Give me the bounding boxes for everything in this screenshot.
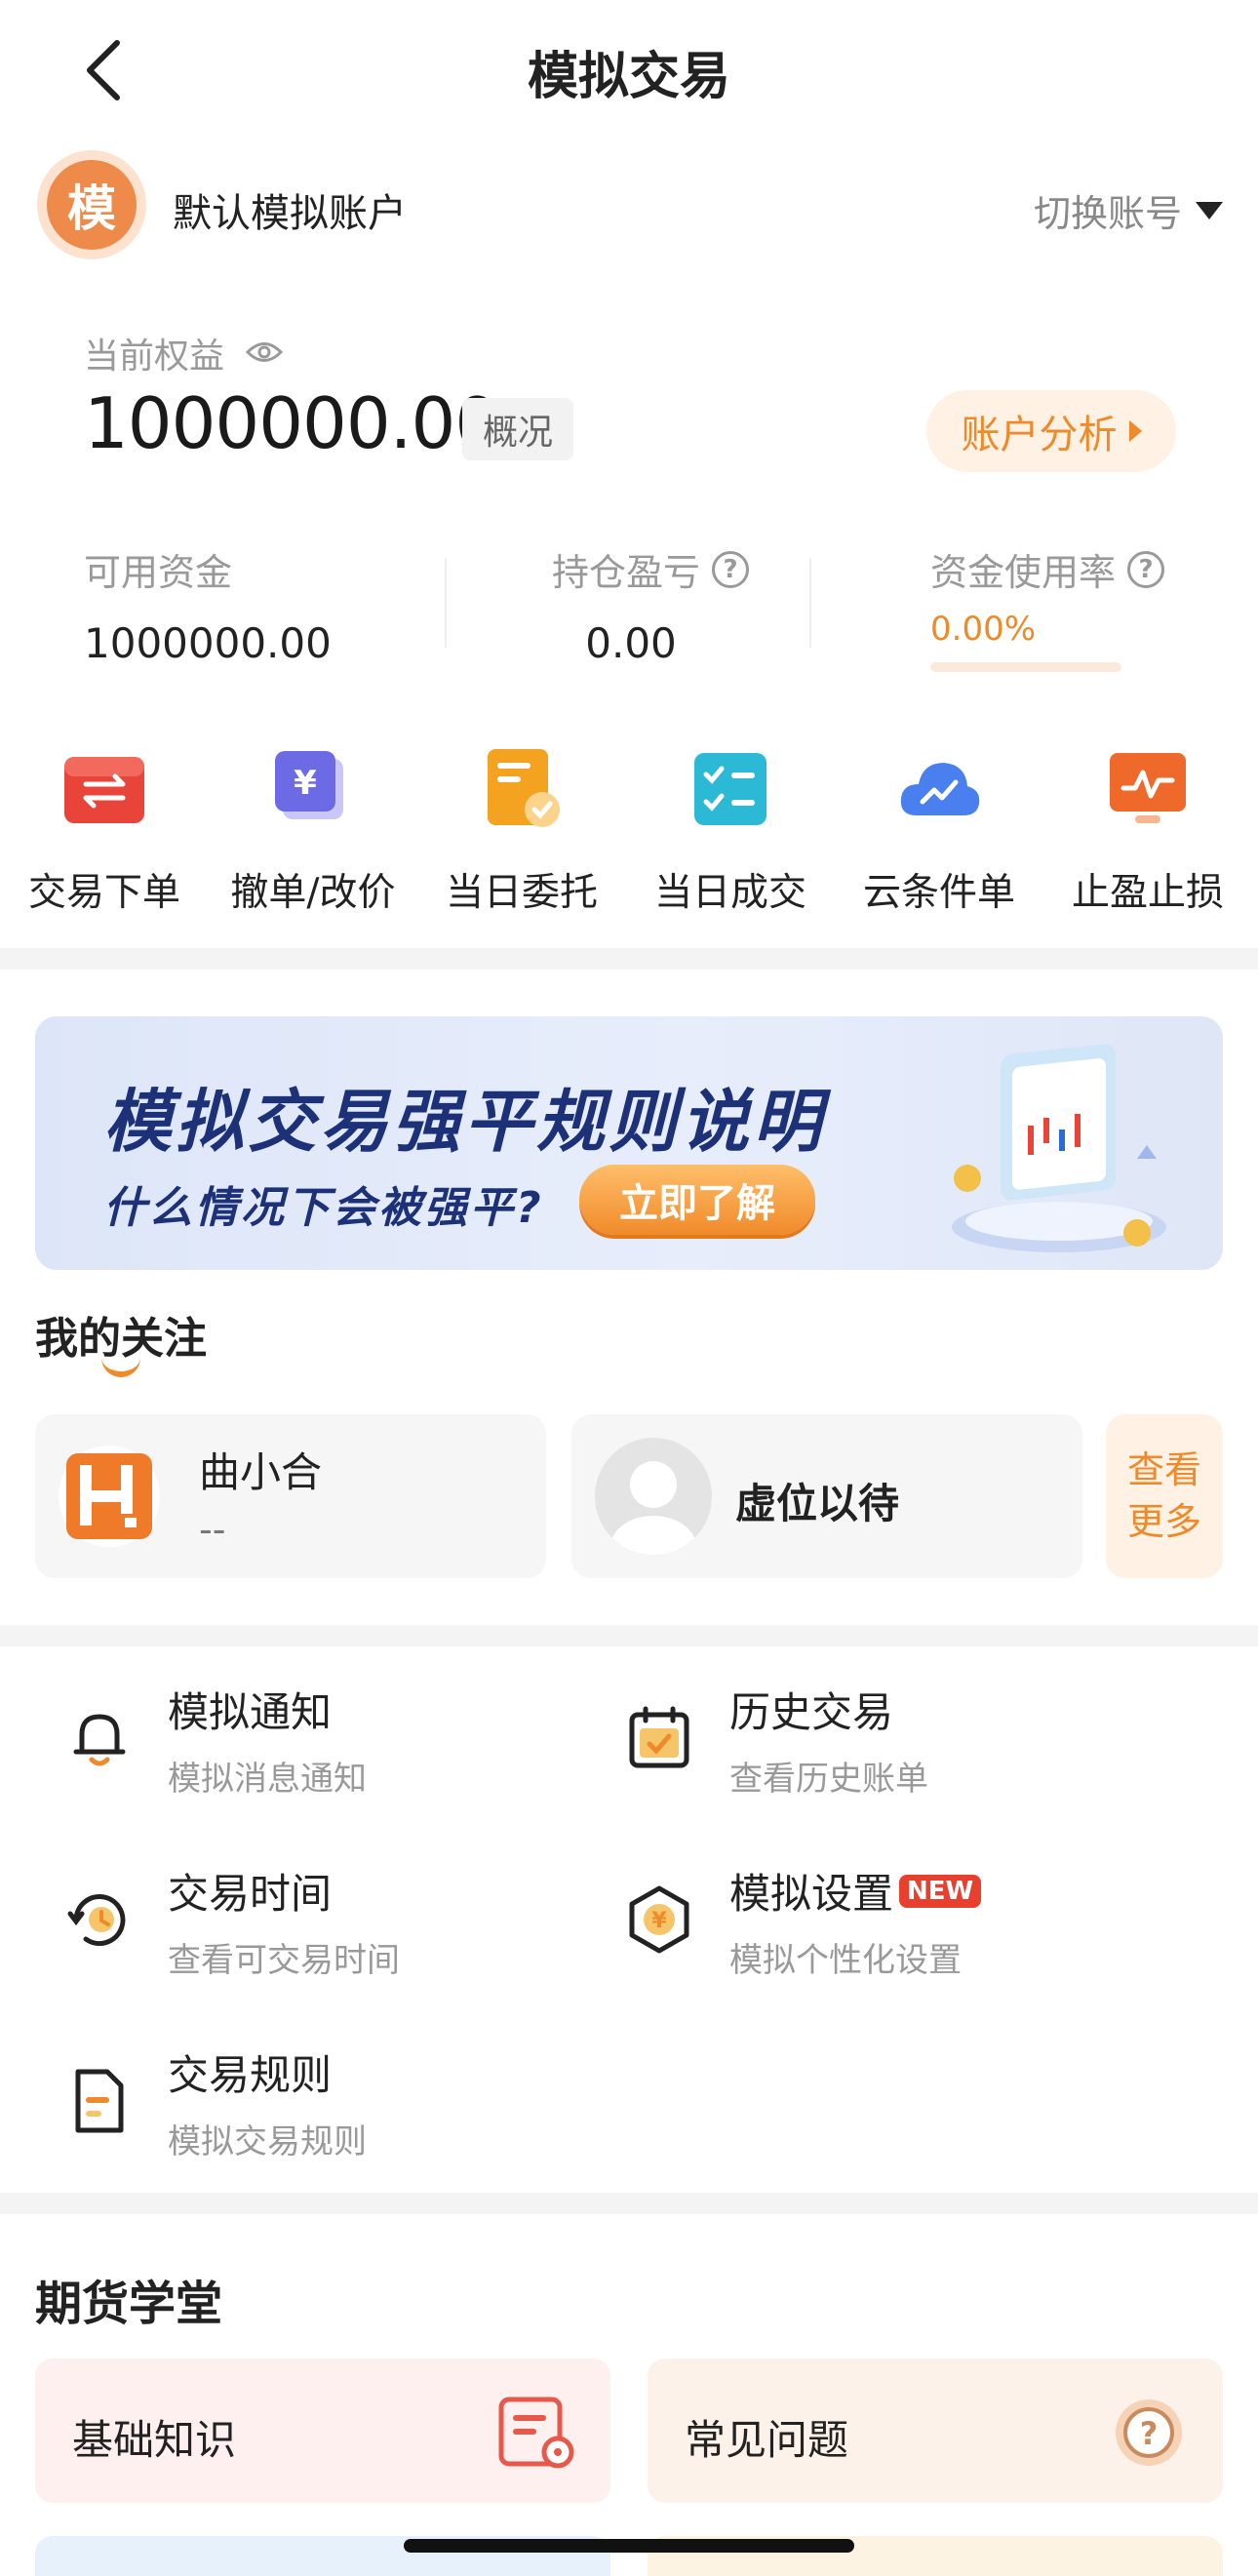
- avatar-char: 模: [47, 160, 137, 250]
- quick-action-cloud-conditional[interactable]: 云条件单: [835, 747, 1043, 917]
- available-funds-value: 1000000.00: [84, 619, 332, 667]
- menu-subtitle: 查看历史账单: [729, 1760, 928, 1799]
- view-more-button[interactable]: 查看 更多: [1106, 1414, 1223, 1578]
- equity-label-row: 当前权益: [84, 328, 284, 378]
- fund-usage: 资金使用率 ? 0.00%: [930, 542, 1165, 672]
- section-divider: [0, 2193, 1258, 2214]
- school-card-label: 基础知识: [72, 2416, 237, 2464]
- menu-item-history[interactable]: 历史交易 查看历史账单: [624, 1678, 1258, 1814]
- follow-name: 曲小合: [199, 1448, 323, 1496]
- svg-text:¥: ¥: [294, 764, 317, 803]
- quick-action-stop-profit-loss[interactable]: 止盈止损: [1043, 747, 1252, 917]
- menu-subtitle: 查看可交易时间: [168, 1941, 400, 1980]
- follow-card-placeholder[interactable]: 虚位以待: [571, 1414, 1082, 1578]
- bell-icon: [64, 1703, 135, 1773]
- menu-title: 交易时间: [168, 1870, 333, 1918]
- menu-title: 交易规则: [168, 2051, 333, 2099]
- quick-action-today-trades[interactable]: 当日成交: [626, 747, 835, 917]
- quick-action-label: 止盈止损: [1071, 871, 1224, 915]
- school-card-basics[interactable]: 基础知识: [35, 2358, 610, 2503]
- banner-subtitle: 什么情况下会被强平?: [103, 1183, 544, 1233]
- menu-item-trade-rules[interactable]: 交易规则 模拟交易规则: [0, 2041, 624, 2177]
- banner-title: 模拟交易强平规则说明: [103, 1082, 825, 1162]
- quick-action-label: 当日成交: [653, 871, 806, 915]
- account-name: 默认模拟账户: [173, 191, 407, 236]
- cloud-icon: [897, 747, 981, 831]
- learn-now-button[interactable]: 立即了解: [579, 1165, 815, 1235]
- follow-value: --: [199, 1508, 226, 1551]
- yuan-card-icon: ¥: [271, 747, 355, 831]
- menu-item-trade-time[interactable]: 交易时间 查看可交易时间: [0, 1859, 624, 1996]
- default-avatar-icon: [595, 1438, 712, 1555]
- fund-usage-value: 0.00%: [930, 610, 1037, 649]
- caret-down-icon: [1196, 201, 1223, 219]
- quick-action-today-orders[interactable]: 当日委托: [417, 747, 626, 917]
- help-icon[interactable]: ?: [1127, 550, 1165, 588]
- phone-chart-illustration-icon: [942, 1032, 1205, 1270]
- menu-title: 历史交易: [729, 1688, 894, 1736]
- section-divider: [0, 948, 1258, 970]
- equity-label: 当前权益: [84, 337, 225, 376]
- fund-usage-bar: [930, 662, 1121, 672]
- menu-title: 模拟设置: [729, 1870, 894, 1918]
- school-card-label: 常见问题: [685, 2416, 849, 2464]
- available-funds: 可用资金 1000000.00: [84, 542, 332, 667]
- chart-board-icon: [1106, 747, 1190, 831]
- clock-icon: [64, 1884, 135, 1955]
- switch-account-button[interactable]: 切换账号: [1034, 183, 1223, 237]
- position-pnl: 持仓盈亏 ? 0.00: [552, 542, 750, 667]
- equity-value: 1000000.00: [84, 382, 499, 464]
- account-avatar: 模: [37, 150, 146, 259]
- quick-action-label: 当日委托: [445, 871, 598, 915]
- quick-action-place-order[interactable]: 交易下单: [0, 747, 209, 917]
- available-funds-label: 可用资金: [84, 551, 233, 594]
- fund-usage-label: 资金使用率: [930, 551, 1117, 594]
- quick-action-label: 云条件单: [862, 871, 1015, 915]
- my-follow-title: 我的关注: [35, 1314, 207, 1364]
- hexagon-yuan-icon: ¥: [624, 1884, 694, 1955]
- transfer-icon: [62, 747, 146, 831]
- forced-liquidation-banner[interactable]: 模拟交易强平规则说明 什么情况下会被强平? 立即了解: [35, 1016, 1223, 1270]
- overview-tag[interactable]: 概况: [462, 398, 573, 460]
- menu-subtitle: 模拟交易规则: [168, 2122, 367, 2161]
- page-title: 模拟交易: [527, 48, 730, 106]
- calendar-check-icon: [624, 1703, 694, 1773]
- position-pnl-label: 持仓盈亏: [552, 551, 701, 594]
- follow-card[interactable]: 曲小合 --: [35, 1414, 546, 1578]
- eye-icon[interactable]: [245, 334, 284, 374]
- question-icon: ?: [1110, 2396, 1188, 2474]
- home-indicator[interactable]: [404, 2539, 854, 2553]
- quick-action-label: 交易下单: [27, 871, 180, 915]
- menu-subtitle: 模拟消息通知: [168, 1760, 367, 1799]
- account-analysis-button[interactable]: 账户分析: [926, 390, 1176, 472]
- caret-right-icon: [1128, 420, 1142, 442]
- title-underline-decoration: [101, 1358, 140, 1377]
- futures-school-title: 期货学堂: [35, 2277, 223, 2331]
- section-divider: [0, 1625, 1258, 1646]
- menu-subtitle: 模拟个性化设置: [729, 1941, 962, 1980]
- menu-item-sim-notice[interactable]: 模拟通知 模拟消息通知: [0, 1678, 624, 1814]
- top-nav: 模拟交易: [0, 0, 1258, 146]
- menu-item-sim-settings[interactable]: ¥ 模拟设置 NEW 模拟个性化设置: [624, 1859, 1258, 1996]
- quick-action-cancel-modify[interactable]: ¥ 撤单/改价: [209, 747, 417, 917]
- divider: [445, 558, 447, 648]
- school-card-faq[interactable]: 常见问题 ?: [648, 2358, 1223, 2503]
- new-badge: NEW: [899, 1874, 982, 1908]
- follow-name: 虚位以待: [735, 1480, 900, 1527]
- document-icon: [497, 2396, 575, 2474]
- doc-check-icon: [480, 747, 564, 831]
- divider: [809, 558, 811, 648]
- position-pnl-value: 0.00: [585, 619, 677, 667]
- menu-title: 模拟通知: [168, 1688, 333, 1736]
- quick-action-label: 撤单/改价: [230, 871, 396, 915]
- switch-account-label: 切换账号: [1033, 192, 1182, 235]
- account-analysis-label: 账户分析: [961, 413, 1118, 457]
- help-icon[interactable]: ?: [712, 550, 750, 588]
- broker-logo-icon: [59, 1446, 160, 1547]
- svg-text:?: ?: [1140, 2415, 1159, 2452]
- svg-text:¥: ¥: [651, 1909, 667, 1933]
- rules-doc-icon: [64, 2066, 135, 2136]
- checklist-icon: [688, 747, 772, 831]
